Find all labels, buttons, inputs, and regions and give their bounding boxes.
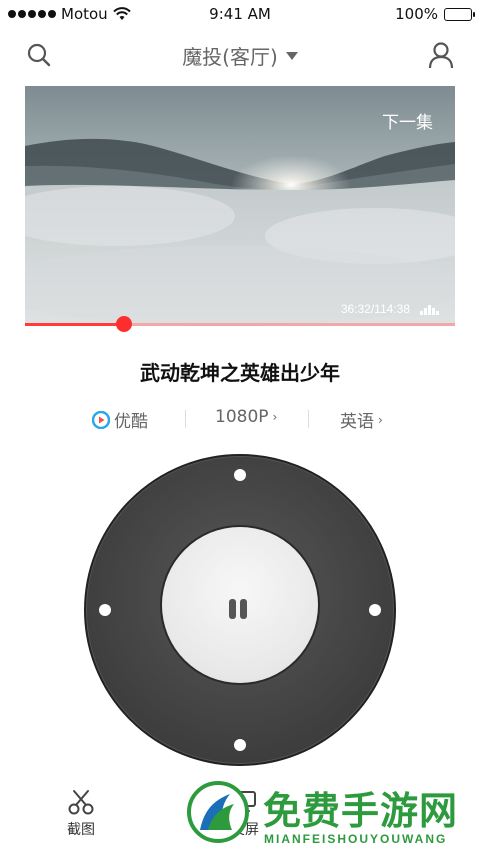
watermark-subtitle: MIANFEISHOUYOUWANG bbox=[264, 832, 448, 846]
status-bar: Motou 9:41 AM 100% bbox=[0, 0, 480, 30]
youku-icon bbox=[92, 410, 110, 429]
caret-down-icon bbox=[285, 52, 298, 60]
tab-screenshot[interactable]: 截图 bbox=[51, 789, 111, 839]
playback-options: 优酷 1080P › 英语 › bbox=[0, 405, 480, 433]
dpad-right-button[interactable] bbox=[369, 604, 381, 616]
watermark-logo bbox=[187, 781, 249, 843]
top-nav: 魔投(客厅) bbox=[0, 34, 480, 76]
source-option[interactable]: 优酷 bbox=[92, 407, 148, 432]
device-name: 魔投(客厅) bbox=[182, 45, 278, 69]
divider bbox=[308, 410, 309, 428]
progress-fill bbox=[25, 323, 124, 326]
tab-label: 截图 bbox=[67, 822, 95, 838]
user-icon[interactable] bbox=[428, 41, 454, 69]
show-title: 武动乾坤之英雄出少年 bbox=[140, 361, 340, 385]
pause-icon bbox=[229, 599, 251, 621]
battery-area: 100% bbox=[395, 5, 475, 23]
dpad-up-button[interactable] bbox=[234, 469, 246, 481]
dpad-down-button[interactable] bbox=[234, 739, 246, 751]
equalizer-icon[interactable] bbox=[420, 303, 439, 315]
progress-knob[interactable] bbox=[115, 316, 132, 332]
source-label: 优酷 bbox=[114, 412, 148, 432]
quality-label: 1080P bbox=[215, 407, 269, 427]
next-episode-button[interactable]: 下一集 bbox=[382, 108, 433, 133]
video-player[interactable]: 下一集 36:32/114:38 bbox=[25, 86, 455, 326]
quality-option[interactable]: 1080P › bbox=[215, 407, 277, 427]
watermark-title: 免费手游网 bbox=[263, 789, 459, 833]
device-selector[interactable]: 魔投(客厅) bbox=[0, 41, 480, 70]
chevron-right-icon: › bbox=[378, 412, 383, 427]
dpad-left-button[interactable] bbox=[99, 604, 111, 616]
battery-icon bbox=[444, 7, 475, 21]
divider bbox=[185, 410, 186, 428]
language-option[interactable]: 英语 › bbox=[340, 407, 383, 432]
battery-percent: 100% bbox=[395, 5, 438, 23]
chevron-right-icon: › bbox=[272, 410, 278, 424]
scissors-icon bbox=[68, 790, 94, 815]
language-label: 英语 bbox=[340, 412, 374, 432]
video-timecode: 36:32/114:38 bbox=[340, 302, 410, 316]
